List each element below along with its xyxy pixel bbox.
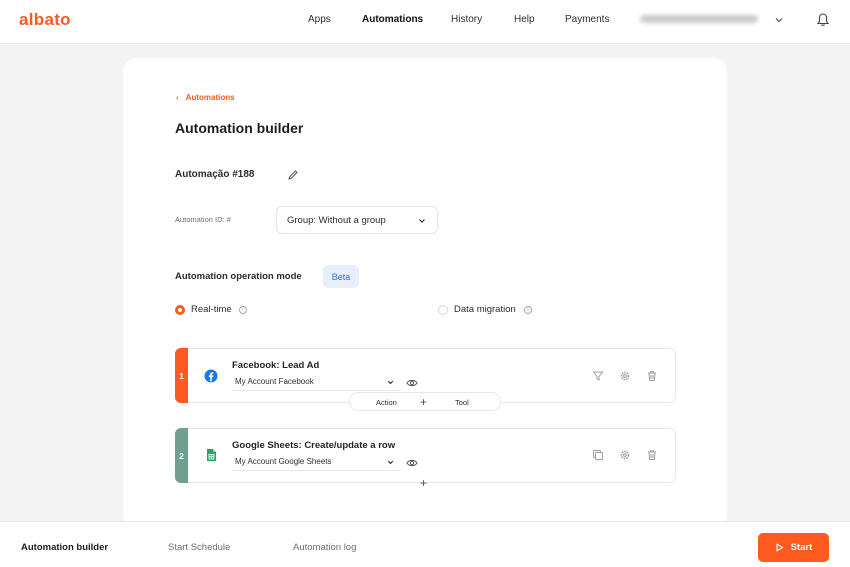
step-title: Facebook: Lead Ad — [232, 360, 320, 371]
automation-name: Automação #188 — [175, 169, 255, 180]
nav-history[interactable]: History — [451, 14, 482, 25]
info-icon[interactable]: i — [239, 306, 247, 314]
chevron-down-icon[interactable] — [773, 14, 785, 26]
filter-icon[interactable] — [592, 370, 604, 382]
tab-automation-builder[interactable]: Automation builder — [21, 542, 108, 553]
gear-icon[interactable] — [619, 449, 631, 461]
copy-icon[interactable] — [592, 449, 604, 461]
tab-automation-log[interactable]: Automation log — [293, 542, 356, 553]
account-select[interactable]: My Account Google Sheets — [232, 455, 400, 471]
nav-apps[interactable]: Apps — [308, 14, 331, 25]
add-step-connector: Action + Tool — [349, 392, 501, 411]
start-button[interactable]: Start — [758, 533, 829, 562]
group-select[interactable]: Group: Without a group — [276, 206, 438, 234]
chevron-down-icon — [419, 219, 425, 223]
gear-icon[interactable] — [619, 370, 631, 382]
breadcrumb[interactable]: ‹ Automations — [176, 93, 235, 102]
chevron-down-icon — [387, 460, 394, 465]
step-number: 1 — [175, 348, 188, 403]
nav-help[interactable]: Help — [514, 14, 535, 25]
step-title: Google Sheets: Create/update a row — [232, 440, 396, 451]
google-sheets-icon — [207, 449, 216, 461]
group-select-value: Group: Without a group — [287, 214, 386, 226]
add-tool-button[interactable]: Tool — [455, 398, 469, 407]
radio-real-time-label[interactable]: Real-time — [191, 304, 232, 315]
account-select-value: My Account Google Sheets — [235, 457, 332, 466]
info-icon[interactable]: i — [524, 306, 532, 314]
nav-payments[interactable]: Payments — [565, 14, 609, 25]
play-icon — [776, 543, 784, 552]
add-action-button[interactable]: Action — [376, 398, 397, 407]
facebook-icon — [204, 369, 218, 383]
top-navigation-bar: albato Apps Automations History Help Pay… — [0, 0, 850, 44]
pencil-icon[interactable] — [287, 169, 299, 181]
eye-icon[interactable] — [406, 378, 418, 388]
account-select[interactable]: My Account Facebook — [232, 375, 400, 391]
chevron-left-icon: ‹ — [176, 93, 179, 102]
beta-badge: Beta — [323, 265, 359, 288]
radio-real-time[interactable] — [175, 305, 185, 315]
page-title: Automation builder — [175, 120, 304, 136]
bottom-toolbar: Automation builder Start Schedule Automa… — [0, 521, 850, 567]
operation-mode-label: Automation operation mode — [175, 271, 302, 282]
breadcrumb-automations[interactable]: Automations — [186, 93, 235, 102]
eye-icon[interactable] — [406, 458, 418, 468]
chevron-down-icon — [387, 380, 394, 385]
plus-icon[interactable]: + — [420, 395, 427, 409]
tab-start-schedule[interactable]: Start Schedule — [168, 542, 230, 553]
albato-logo[interactable]: albato — [19, 10, 71, 30]
radio-data-migration-label[interactable]: Data migration — [454, 304, 516, 315]
user-email-blurred[interactable] — [640, 15, 758, 23]
automation-id-label: Automation ID: # — [175, 215, 231, 224]
start-button-label: Start — [790, 542, 813, 553]
trash-icon[interactable] — [646, 449, 658, 461]
trash-icon[interactable] — [646, 370, 658, 382]
step-number: 2 — [175, 428, 188, 483]
bell-icon[interactable] — [815, 12, 831, 28]
add-step-plus-icon[interactable]: + — [420, 476, 427, 490]
radio-data-migration[interactable] — [438, 305, 448, 315]
nav-automations[interactable]: Automations — [362, 14, 423, 25]
step-card-2[interactable]: 2 Google Sheets: Create/update a row My … — [175, 428, 676, 483]
account-select-value: My Account Facebook — [235, 377, 314, 386]
